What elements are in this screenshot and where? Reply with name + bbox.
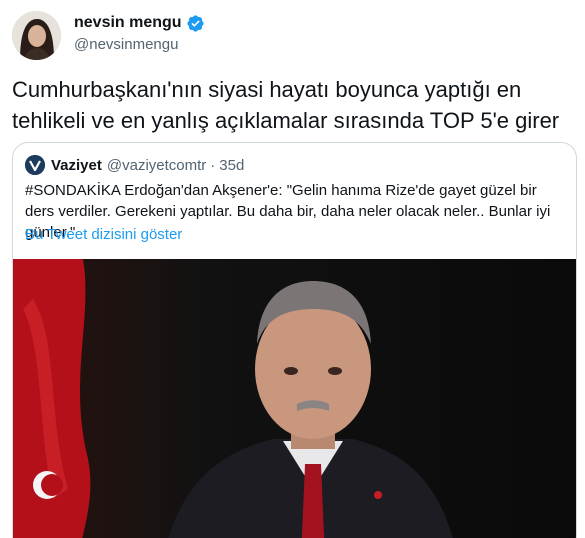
quoted-author-name[interactable]: Vaziyet [51, 157, 102, 174]
quoted-author-handle[interactable]: @vaziyetcomtr [107, 157, 206, 174]
news-photo-icon [13, 259, 576, 538]
author-handle[interactable]: @nevsinmengu [74, 36, 205, 53]
author-block: nevsin mengu @nevsinmengu [74, 12, 205, 53]
verified-badge-icon [186, 14, 204, 32]
tweet: nevsin mengu @nevsinmengu Cumhurbaşkanı'… [0, 0, 585, 538]
separator-dot: · [210, 156, 216, 174]
quoted-author-avatar[interactable] [25, 155, 45, 175]
quoted-tweet-header: Vaziyet @vaziyetcomtr · 35d [25, 154, 244, 176]
tweet-text: Cumhurbaşkanı'nın siyasi hayatı boyunca … [12, 77, 560, 133]
author-avatar[interactable] [12, 11, 61, 60]
show-thread-link[interactable]: Bu Tweet dizisini göster [25, 226, 182, 243]
quoted-tweet-time[interactable]: 35d [219, 157, 244, 174]
quoted-tweet-media[interactable] [13, 259, 576, 538]
vaziyet-logo-icon [25, 155, 45, 175]
avatar-photo-icon [12, 11, 61, 60]
quoted-tweet-card[interactable]: Vaziyet @vaziyetcomtr · 35d #SONDAKİKA E… [12, 142, 577, 538]
author-name[interactable]: nevsin mengu [74, 14, 182, 32]
